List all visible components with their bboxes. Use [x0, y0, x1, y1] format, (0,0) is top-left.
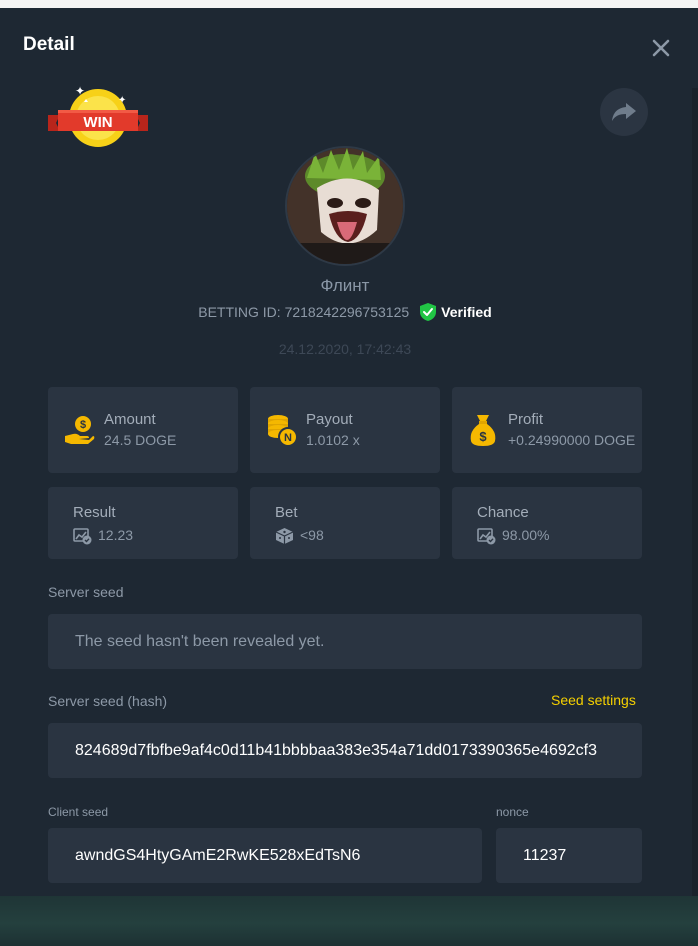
payout-card: N Payout 1.0102 x — [250, 387, 440, 473]
result-value-row: 12.23 — [73, 527, 133, 545]
share-button[interactable] — [600, 88, 648, 136]
win-badge: ✦ ✦ WIN — [46, 82, 150, 152]
bet-card: Bet <98 — [250, 487, 440, 559]
nonce-field[interactable]: 11237 — [496, 828, 642, 883]
profit-label: Profit — [508, 411, 544, 428]
server-seed-field[interactable]: The seed hasn't been revealed yet. — [48, 614, 642, 669]
verified-badge: Verified — [419, 302, 492, 322]
verified-label: Verified — [441, 304, 492, 320]
bet-value: <98 — [300, 527, 324, 543]
betting-id-row: BETTING ID: 7218242296753125 Verified — [0, 302, 690, 322]
svg-text:N: N — [284, 432, 292, 444]
payout-label: Payout — [306, 411, 353, 428]
result-card: Result 12.23 — [48, 487, 238, 559]
timestamp: 24.12.2020, 17:42:43 — [278, 341, 412, 357]
verify-chart-icon — [477, 527, 496, 545]
avatar — [285, 146, 405, 266]
coin-stack-icon: N — [268, 415, 298, 447]
share-icon — [612, 103, 636, 121]
verify-chart-icon — [73, 527, 92, 545]
client-seed-field[interactable]: awndGS4HtyGAmE2RwKE528xEdTsN6 — [48, 828, 482, 883]
window-top-strip — [0, 0, 698, 8]
svg-text:✦: ✦ — [118, 95, 126, 106]
verified-shield-icon — [420, 303, 437, 321]
close-icon — [652, 39, 670, 57]
win-badge-text: WIN — [83, 114, 112, 131]
profit-card: $ Profit +0.24990000 DOGE — [452, 387, 642, 473]
profit-value: +0.24990000 DOGE — [508, 432, 636, 448]
detail-modal: Detail ✦ ✦ WIN Флинт BETTING ID: 7218242… — [0, 8, 698, 896]
seed-settings-link[interactable]: Seed settings — [551, 692, 636, 708]
page-background-bottom — [0, 896, 698, 946]
svg-text:$: $ — [80, 419, 86, 431]
close-button[interactable] — [650, 37, 672, 59]
chance-value: 98.00% — [502, 527, 550, 543]
svg-text:$: $ — [479, 429, 487, 444]
server-hash-field[interactable]: 824689d7fbfbe9af4c0d11b41bbbbaa383e354a7… — [48, 723, 642, 778]
betting-id: BETTING ID: 7218242296753125 — [198, 304, 410, 320]
amount-value: 24.5 DOGE — [104, 432, 177, 448]
bet-value-row: <98 — [275, 527, 324, 545]
result-value: 12.23 — [98, 527, 134, 543]
chance-card: Chance 98.00% — [452, 487, 642, 559]
chance-label: Chance — [477, 504, 529, 521]
svg-text:✦: ✦ — [75, 84, 85, 98]
username: Флинт — [320, 276, 370, 295]
bet-label: Bet — [275, 504, 298, 521]
hand-coin-icon: $ — [65, 416, 95, 444]
dice-icon — [275, 528, 294, 545]
server-hash-label: Server seed (hash) — [48, 693, 168, 709]
money-bag-icon: $ — [470, 415, 496, 446]
chance-value-row: 98.00% — [477, 527, 549, 545]
payout-value: 1.0102 x — [306, 432, 360, 448]
nonce-label: nonce — [496, 805, 529, 819]
amount-card: $ Amount 24.5 DOGE — [48, 387, 238, 473]
result-label: Result — [73, 504, 116, 521]
client-seed-label: Client seed — [48, 805, 109, 819]
modal-title: Detail — [23, 34, 75, 55]
amount-label: Amount — [104, 411, 156, 428]
scrollbar-track[interactable] — [692, 88, 698, 896]
server-seed-label: Server seed — [48, 584, 124, 600]
